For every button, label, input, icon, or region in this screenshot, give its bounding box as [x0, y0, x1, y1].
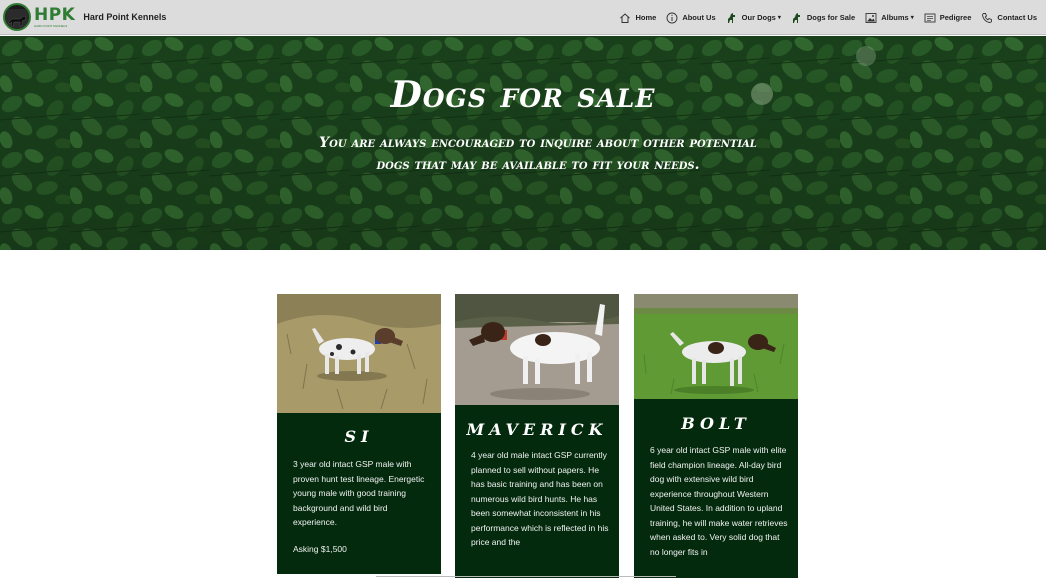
page-title: Dogs for sale	[390, 74, 656, 116]
page-subtitle: You are always encouraged to inquire abo…	[319, 135, 757, 173]
home-icon	[619, 12, 631, 24]
nav-item-home[interactable]: Home	[619, 12, 656, 24]
logo-subtext: HARD POINT KENNELS	[34, 23, 68, 28]
hero-banner: Dogs for sale You are always encouraged …	[0, 36, 1046, 250]
dog-description-bolt: 6 year old intact GSP male with elite fi…	[650, 445, 788, 557]
nav-item-contact-us[interactable]: Contact Us	[981, 12, 1037, 24]
kennel-logo-icon	[3, 3, 31, 31]
dog-name-si: Si	[344, 427, 374, 446]
dog-photo-maverick	[455, 294, 619, 405]
main-nav: Home About Us Our Dogs ▾ Dogs for Sale A…	[609, 0, 1037, 35]
nav-label-dogs-for-sale: Dogs for Sale	[806, 13, 856, 22]
site-title[interactable]: Hard Point Kennels	[83, 12, 166, 22]
nav-label-pedigree: Pedigree	[939, 13, 972, 22]
dog-name-maverick: Maverick	[466, 420, 608, 439]
nav-label-contact-us: Contact Us	[997, 13, 1037, 22]
nav-label-albums: Albums	[881, 13, 909, 22]
dog-icon	[791, 12, 803, 24]
info-icon	[666, 12, 678, 24]
nav-label-about-us: About Us	[682, 13, 716, 22]
dog-icon	[726, 12, 738, 24]
nav-item-about-us[interactable]: About Us	[666, 12, 716, 24]
page-divider	[376, 576, 676, 577]
document-icon	[924, 12, 936, 24]
dog-photo-si	[277, 294, 441, 413]
dog-card-maverick: Maverick 4 year old male intact GSP curr…	[455, 294, 619, 578]
dog-card-bolt: Bolt 6 year old intact GSP male with eli…	[634, 294, 798, 578]
nav-item-dogs-for-sale[interactable]: Dogs for Sale	[791, 12, 855, 24]
phone-icon	[981, 12, 993, 24]
dog-price-si: Asking $1,500	[293, 544, 347, 554]
dog-description-maverick: 4 year old male intact GSP currently pla…	[471, 450, 609, 547]
dog-photo-bolt	[634, 294, 798, 399]
dog-card-si: Si 3 year old intact GSP male with prove…	[277, 294, 441, 574]
nav-label-our-dogs: Our Dogs	[741, 13, 776, 22]
brand-logo-link[interactable]: HPK HARD POINT KENNELS Hard Point Kennel…	[3, 3, 166, 31]
nav-item-pedigree[interactable]: Pedigree	[924, 12, 972, 24]
dog-description-si: 3 year old intact GSP male with proven h…	[293, 459, 425, 527]
nav-item-albums[interactable]: Albums ▾	[865, 12, 914, 24]
logo-letters: HPK	[34, 4, 76, 25]
nav-label-home: Home	[635, 13, 657, 22]
chevron-down-icon: ▾	[910, 15, 914, 21]
chevron-down-icon: ▾	[777, 15, 781, 21]
dog-name-bolt: Bolt	[681, 414, 751, 433]
top-navbar: HPK HARD POINT KENNELS Hard Point Kennel…	[0, 0, 1046, 35]
logo-text: HPK HARD POINT KENNELS	[34, 4, 76, 28]
image-icon	[865, 12, 877, 24]
nav-item-our-dogs[interactable]: Our Dogs ▾	[726, 12, 781, 24]
